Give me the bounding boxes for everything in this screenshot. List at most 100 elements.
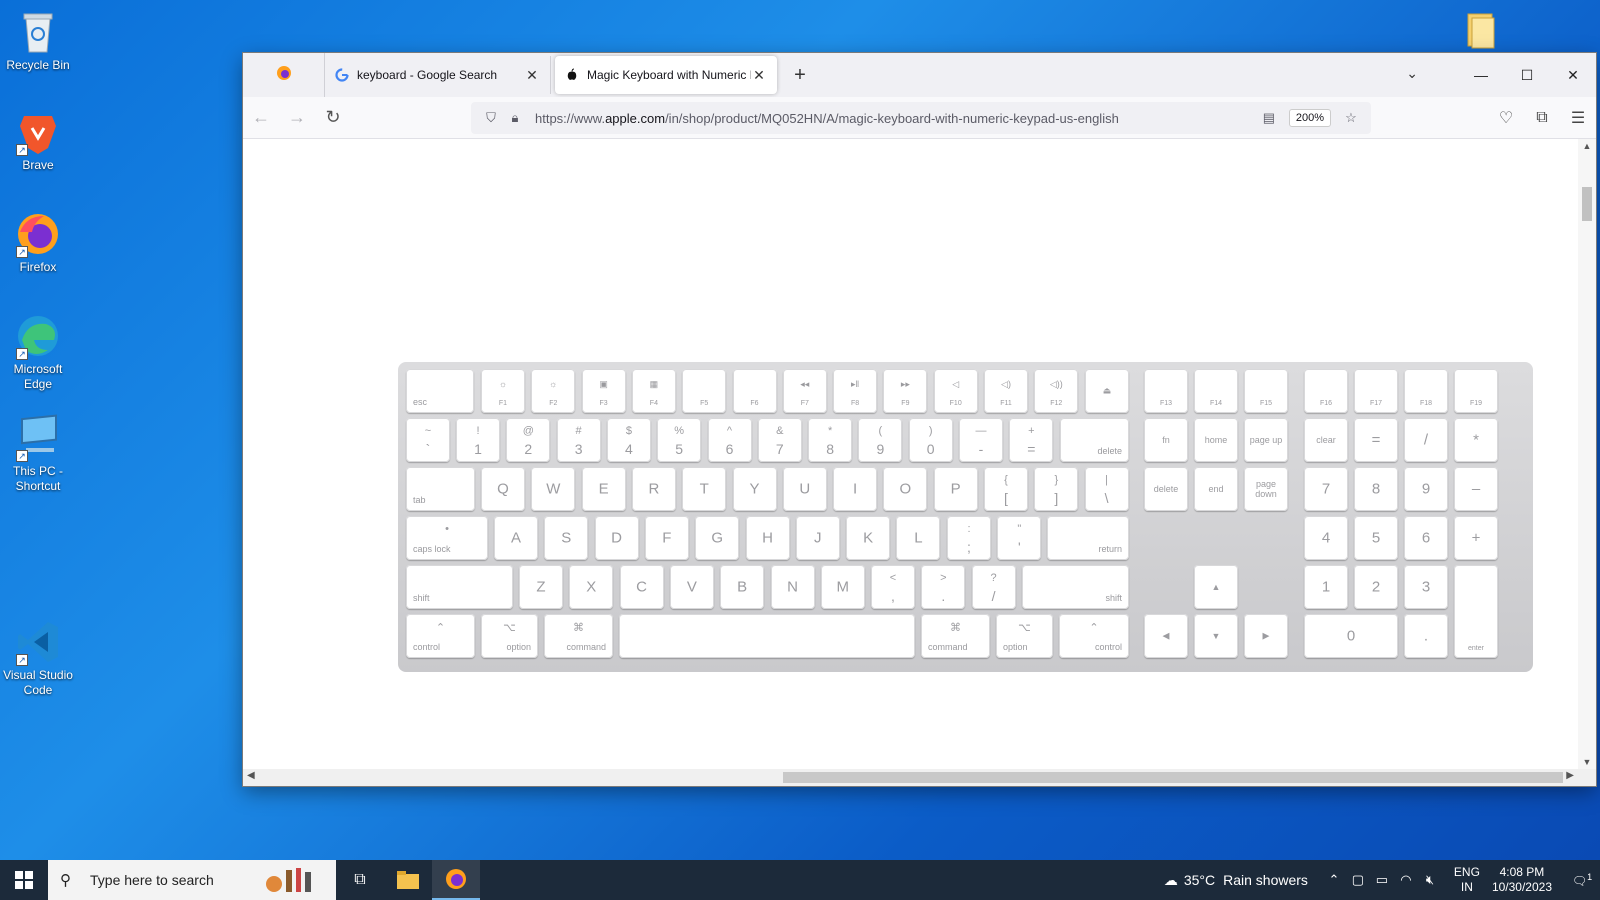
chevron-up-icon[interactable]: ⌃ [1322,872,1346,888]
key-label: ▸‖ [850,379,860,389]
folder-icon[interactable] [1464,10,1498,50]
close-tab-icon[interactable]: ✕ [524,67,540,84]
key-punct-1: >. [921,565,966,609]
desktop-icon-firefox[interactable]: ↗ Firefox [0,210,76,275]
key-label: @ [522,425,534,437]
start-button[interactable] [0,860,48,900]
lang-code: ENG [1453,865,1480,879]
scroll-left-icon[interactable]: ◀ [247,770,255,781]
bookmark-star-icon[interactable]: ☆ [1339,110,1363,126]
file-explorer-icon[interactable] [384,860,432,900]
key-label: control [413,642,441,652]
close-tab-icon[interactable]: ✕ [751,67,767,84]
key-label: 5 [1371,529,1381,547]
key-numpad-2: 2 [1354,565,1398,609]
tab-magic-keyboard[interactable]: Magic Keyboard with Numeric Keypad ✕ [555,56,777,94]
key-label: F11 [1000,400,1012,407]
key-label: P [950,480,961,498]
vertical-scrollbar[interactable]: ▲ ▼ [1578,139,1596,769]
meet-now-icon[interactable]: ▢ [1346,872,1370,888]
key-t: T [682,467,727,511]
desktop-icon-label: Firefox [19,260,57,274]
key-label: ◀ [1162,630,1170,641]
volume-muted-icon[interactable]: 🔇︎ [1418,872,1442,888]
tab-google-search[interactable]: keyboard - Google Search ✕ [325,56,551,94]
reload-icon[interactable]: ↻ [315,102,351,134]
key-command-right: ⌘ command [921,614,990,658]
desktop-icon-edge[interactable]: ↗ Microsoft Edge [0,312,76,392]
weather-widget[interactable]: ☁ 35°C Rain showers [1164,872,1308,889]
firefox-view-button[interactable] [243,53,325,97]
key-label: 4 [1321,529,1331,547]
pocket-icon[interactable]: ♡ [1488,102,1524,134]
scroll-up-icon[interactable]: ▲ [1578,141,1596,151]
key-label: " [1017,523,1022,535]
key-x: X [569,565,614,609]
extensions-icon[interactable]: ⧉ [1524,102,1560,134]
url-text[interactable]: https://www.apple.com/in/shop/product/MQ… [535,111,1257,126]
minimize-icon[interactable]: — [1458,53,1504,97]
key-label: F14 [1209,400,1223,407]
key-label: ◁ [952,379,960,389]
maximize-icon[interactable]: ☐ [1504,53,1550,97]
window-controls: — ☐ ✕ [1458,53,1596,97]
key-label: ▼ [1211,631,1221,641]
zoom-level[interactable]: 200% [1288,109,1331,127]
key-label: ☼ [549,379,558,389]
key-d: D [594,516,639,560]
desktop-icon-this-pc[interactable]: ↗ This PC - Shortcut [0,414,76,494]
key-page-up: page up [1244,418,1288,462]
key-c: C [619,565,664,609]
key-label: ⌘ [573,622,584,634]
key-label: ? [990,572,997,584]
key-label: E [598,480,609,498]
shield-icon[interactable]: ⛉ [479,110,503,126]
taskbar-search[interactable]: ⚲ Type here to search [48,860,336,900]
close-window-icon[interactable]: ✕ [1550,53,1596,97]
notification-count: 1 [1587,872,1593,882]
desktop-icon-vscode[interactable]: ↗ Visual Studio Code [0,618,76,698]
desktop-icon-recycle-bin[interactable]: Recycle Bin [0,8,76,73]
clock[interactable]: 4:08 PM 10/30/2023 [1492,865,1552,895]
key-label: W [546,480,561,498]
key-label: { [1004,474,1008,486]
list-all-tabs-icon[interactable]: ⌄ [1406,65,1418,82]
key-u: U [782,467,827,511]
notification-icon[interactable]: 🗨︎1 [1564,872,1600,888]
scrollbar-thumb[interactable] [1582,187,1592,221]
wifi-icon[interactable]: ◠ [1394,872,1418,888]
menu-icon[interactable]: ☰ [1560,102,1596,134]
back-icon[interactable]: ← [243,102,279,134]
key-label: K [863,529,874,547]
reader-view-icon[interactable]: ▤ [1257,110,1281,126]
notification-glyph: 🗨︎ [1571,874,1588,888]
lock-icon[interactable]: 🔒︎ [503,110,527,126]
key-label: = [1027,441,1036,457]
forward-icon[interactable]: → [279,102,315,134]
battery-icon[interactable]: ▭ [1370,872,1394,888]
key-label: [ [1004,490,1008,506]
scrollbar-thumb[interactable] [783,772,1563,783]
key-f16: F16 [1304,369,1348,413]
url-bar[interactable]: ⛉ 🔒︎ https://www.apple.com/in/shop/produ… [471,102,1371,134]
desktop-icon-label: Visual Studio Code [3,668,73,697]
horizontal-scrollbar[interactable]: ◀ ▶ [243,769,1596,786]
scroll-down-icon[interactable]: ▼ [1578,757,1596,767]
key-label: page down [1255,479,1277,499]
scroll-right-icon[interactable]: ▶ [1566,770,1574,781]
key-label: T [699,480,709,498]
key-label: enter [1468,645,1484,652]
key-label: M [836,578,850,596]
key-label: ▶ [1262,630,1270,641]
key-f8: ▸‖ F8 [833,369,878,413]
firefox-taskbar-icon[interactable] [432,860,480,900]
task-view-icon[interactable]: ⧉ [336,860,384,900]
new-tab-button[interactable]: + [785,64,815,87]
windows-icon [15,871,33,889]
desktop-icon-brave[interactable]: ↗ Brave [0,108,76,173]
key-label: / [991,588,996,604]
key-label: F19 [1469,400,1483,407]
key-k: K [846,516,891,560]
language-indicator[interactable]: ENG IN [1454,865,1480,895]
key-label: 1 [474,441,482,457]
